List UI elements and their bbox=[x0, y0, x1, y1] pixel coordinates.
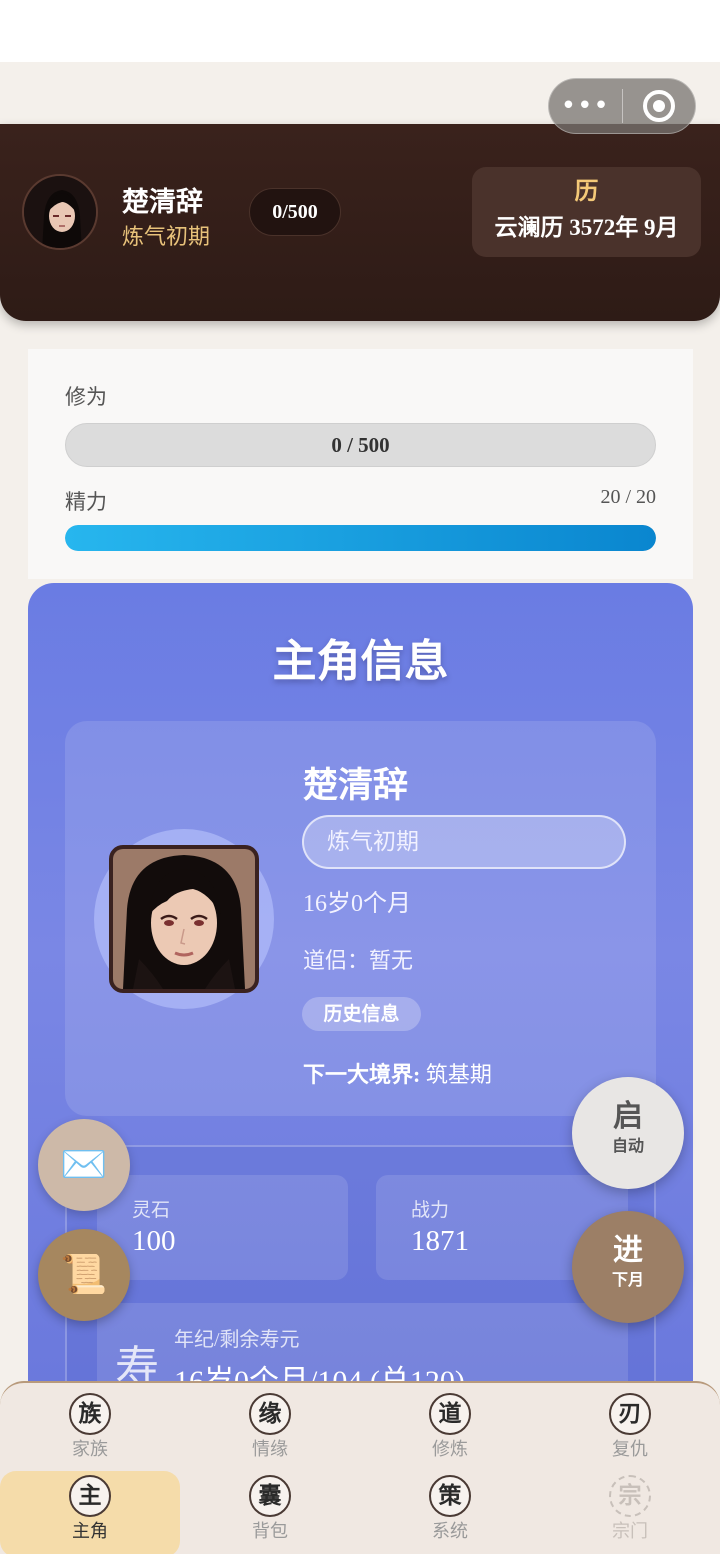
spirit-stone-card: 灵石 100 bbox=[97, 1175, 348, 1280]
lifespan-label: 年纪/剩余寿元 bbox=[174, 1329, 300, 1351]
mail-icon: ✉️ bbox=[60, 1144, 108, 1186]
calendar-panel[interactable]: 历 云澜历 3572年 9月 bbox=[472, 167, 701, 257]
mini-program-capsule: ••• bbox=[548, 78, 696, 134]
tab-label: 宗门 bbox=[612, 1521, 648, 1541]
tab-label: 背包 bbox=[252, 1521, 288, 1541]
energy-progress-bar bbox=[65, 525, 656, 551]
panel-title: 主角信息 bbox=[272, 637, 449, 686]
system-icon: 策 bbox=[429, 1475, 471, 1517]
spirit-stone-value: 100 bbox=[132, 1225, 176, 1257]
tab-revenge[interactable]: 刃 复仇 bbox=[540, 1389, 720, 1475]
next-month-button[interactable]: 进 下月 bbox=[572, 1211, 684, 1323]
cultivation-progress-bar: 0 / 500 bbox=[65, 423, 656, 467]
scroll-icon: 📜 bbox=[60, 1254, 108, 1296]
calendar-icon: 历 bbox=[574, 179, 599, 205]
cultivation-label: 修为 bbox=[65, 385, 107, 409]
tab-label: 主角 bbox=[72, 1521, 108, 1541]
close-miniprogram-button[interactable] bbox=[623, 90, 696, 122]
cultivate-icon: 道 bbox=[429, 1393, 471, 1435]
tab-label: 系统 bbox=[432, 1521, 468, 1541]
header-xp-badge: 0/500 bbox=[249, 188, 341, 236]
tab-label: 复仇 bbox=[612, 1439, 648, 1459]
protagonist-age: 16岁0个月 bbox=[303, 891, 411, 917]
protagonist-partner: 道侣：暂无 bbox=[303, 948, 414, 973]
status-bar bbox=[0, 0, 720, 62]
more-icon[interactable]: ••• bbox=[549, 78, 622, 134]
top-header: 楚清辞 炼气初期 0/500 历 云澜历 3572年 9月 bbox=[0, 124, 720, 321]
romance-icon: 缘 bbox=[249, 1393, 291, 1435]
next-month-label: 下月 bbox=[611, 1270, 644, 1289]
tab-protagonist[interactable]: 主 主角 bbox=[0, 1471, 180, 1554]
next-month-glyph: 进 bbox=[613, 1234, 643, 1267]
tab-romance[interactable]: 缘 情缘 bbox=[180, 1389, 360, 1475]
history-info-button[interactable]: 历史信息 bbox=[302, 997, 421, 1031]
tab-system[interactable]: 策 系统 bbox=[360, 1471, 540, 1554]
tab-label: 修炼 bbox=[432, 1439, 468, 1459]
combat-power-value: 1871 bbox=[411, 1225, 469, 1257]
tab-sect[interactable]: 宗 宗门 bbox=[540, 1471, 720, 1554]
bottom-tab-bar: 族 家族 缘 情缘 道 修炼 刃 复仇 主 主角 囊 背包 策 系统 宗 宗门 bbox=[0, 1381, 720, 1554]
resources-panel: 灵石 100 战力 1871 寿 年纪/剩余寿元 16岁0个月/104 (总12… bbox=[65, 1145, 656, 1403]
tab-family[interactable]: 族 家族 bbox=[0, 1389, 180, 1475]
scroll-button[interactable]: 📜 bbox=[38, 1229, 130, 1321]
auto-play-button[interactable]: 启 自动 bbox=[572, 1077, 684, 1189]
header-avatar[interactable] bbox=[22, 174, 98, 250]
combat-power-label: 战力 bbox=[411, 1200, 450, 1221]
tab-cultivate[interactable]: 道 修炼 bbox=[360, 1389, 540, 1475]
tab-backpack[interactable]: 囊 背包 bbox=[180, 1471, 360, 1554]
target-circle-icon bbox=[642, 90, 675, 122]
auto-play-glyph: 启 bbox=[613, 1100, 643, 1133]
header-player-name: 楚清辞 bbox=[122, 187, 203, 217]
protagonist-card: 楚清辞 炼气初期 16岁0个月 道侣：暂无 历史信息 下一大境界: 筑基期 bbox=[65, 721, 656, 1116]
revenge-icon: 刃 bbox=[609, 1393, 651, 1435]
header-player-realm: 炼气初期 bbox=[122, 224, 211, 249]
backpack-icon: 囊 bbox=[249, 1475, 291, 1517]
next-realm: 下一大境界: 筑基期 bbox=[303, 1057, 492, 1089]
next-realm-value: 筑基期 bbox=[425, 1062, 492, 1087]
protagonist-icon: 主 bbox=[69, 1475, 111, 1517]
next-realm-label: 下一大境界: bbox=[303, 1062, 421, 1087]
sect-icon: 宗 bbox=[609, 1475, 651, 1517]
protagonist-portrait[interactable] bbox=[109, 845, 259, 993]
stats-panel: 修为 0 / 500 精力 20 / 20 bbox=[28, 349, 693, 579]
spirit-stone-label: 灵石 bbox=[132, 1200, 171, 1221]
tab-label: 情缘 bbox=[252, 1439, 288, 1459]
protagonist-realm-badge: 炼气初期 bbox=[302, 815, 626, 869]
tab-label: 家族 bbox=[72, 1439, 108, 1459]
energy-value: 20 / 20 bbox=[600, 486, 656, 508]
energy-label: 精力 bbox=[65, 490, 107, 514]
auto-play-label: 自动 bbox=[611, 1136, 644, 1155]
mail-button[interactable]: ✉️ bbox=[38, 1119, 130, 1211]
calendar-date: 云澜历 3572年 9月 bbox=[494, 215, 679, 240]
energy-progress-fill bbox=[65, 525, 656, 551]
family-icon: 族 bbox=[69, 1393, 111, 1435]
protagonist-name: 楚清辞 bbox=[303, 766, 409, 805]
